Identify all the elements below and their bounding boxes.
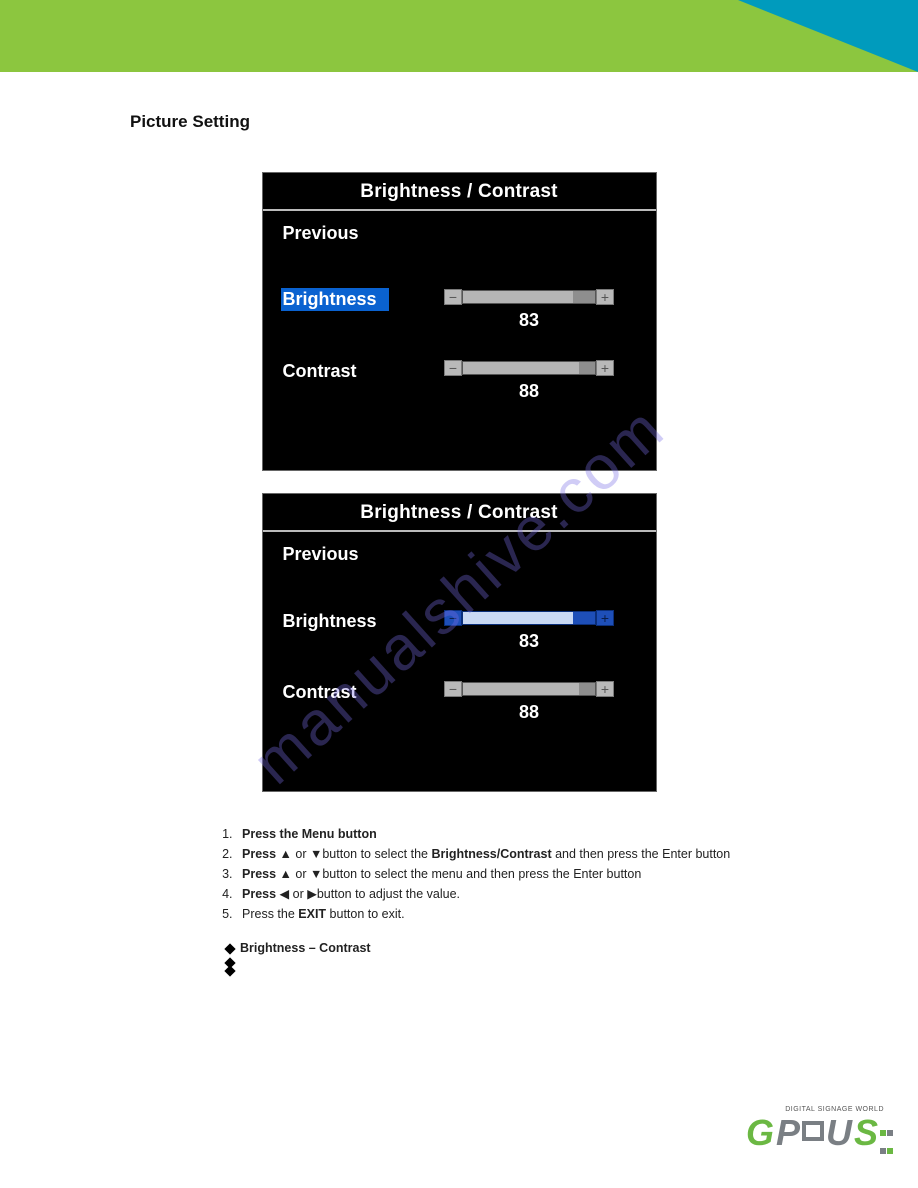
banner-accent [738,0,918,72]
top-banner [0,0,918,72]
brightness-label: Brightness [281,288,389,311]
bullet-item: Brightness – Contrast [226,938,788,959]
plus-icon[interactable]: + [596,289,614,305]
osd-panel-brightness-selected: Brightness / Contrast Previous Brightnes… [262,172,657,471]
instruction-step: Press ▲ or ▼button to select the Brightn… [236,844,788,864]
minus-icon[interactable]: − [444,610,462,626]
page-title: Picture Setting [130,112,788,132]
contrast-label: Contrast [281,680,421,705]
osd-row-brightness[interactable]: Brightness − + 83 [281,288,638,331]
plus-icon[interactable]: + [596,360,614,376]
plus-icon[interactable]: + [596,610,614,626]
diamond-icon [224,943,235,954]
triangle-left-icon: ◀ [280,887,290,901]
bullet-item [226,959,788,967]
brightness-value: 83 [519,310,539,331]
bullet-list: Brightness – Contrast [226,938,788,975]
bullet-item [226,967,788,975]
osd-previous[interactable]: Previous [281,223,638,244]
osd-previous[interactable]: Previous [281,544,638,565]
instructions-list: Press the Menu button Press ▲ or ▼button… [210,824,788,975]
brightness-slider[interactable]: − + [444,288,614,306]
triangle-right-icon: ▶ [307,887,317,901]
logo-flag-icon [880,1124,894,1160]
osd-title: Brightness / Contrast [263,494,656,532]
minus-icon[interactable]: − [444,289,462,305]
brightness-value: 83 [519,631,539,652]
diamond-icon [224,966,235,977]
triangle-up-icon: ▲ [280,847,292,861]
osd-row-contrast[interactable]: Contrast − + 88 [281,680,638,723]
instruction-step: Press the EXIT button to exit. [236,904,788,924]
instruction-step: Press ◀ or ▶button to adjust the value. [236,884,788,904]
logo-o-icon [802,1121,824,1141]
brightness-slider-active[interactable]: − + [444,609,614,627]
osd-row-contrast[interactable]: Contrast − + 88 [281,359,638,402]
triangle-down-icon: ▼ [310,867,322,881]
triangle-up-icon: ▲ [280,867,292,881]
footer-logo: DIGITAL SIGNAGE WORLD G P U S [746,1106,894,1168]
instruction-step: Press ▲ or ▼button to select the menu an… [236,864,788,884]
instruction-step: Press the Menu button [236,824,788,844]
contrast-label: Contrast [281,359,421,384]
contrast-value: 88 [519,702,539,723]
brightness-label: Brightness [281,609,421,634]
osd-title: Brightness / Contrast [263,173,656,211]
logo: G P U S [746,1115,894,1168]
osd-row-brightness[interactable]: Brightness − + 83 [281,609,638,652]
contrast-slider[interactable]: − + [444,680,614,698]
contrast-value: 88 [519,381,539,402]
contrast-slider[interactable]: − + [444,359,614,377]
osd-panel-brightness-adjust: Brightness / Contrast Previous Brightnes… [262,493,657,792]
plus-icon[interactable]: + [596,681,614,697]
minus-icon[interactable]: − [444,681,462,697]
triangle-down-icon: ▼ [310,847,322,861]
minus-icon[interactable]: − [444,360,462,376]
